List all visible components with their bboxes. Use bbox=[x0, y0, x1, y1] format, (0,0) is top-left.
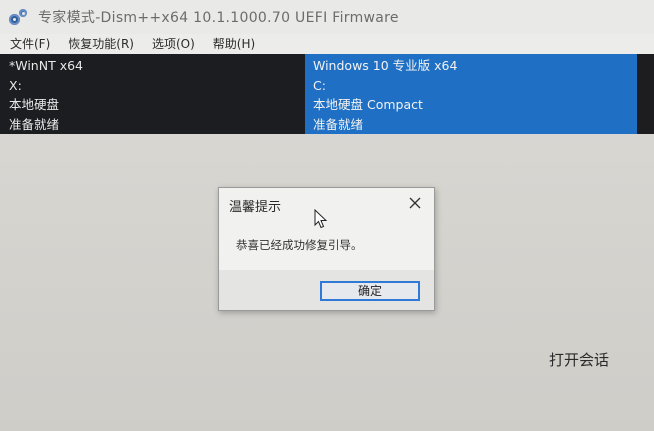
dialog-title: 温馨提示 bbox=[229, 200, 282, 215]
system-item-winnt[interactable]: *WinNT x64 X: 本地硬盘 准备就绪 bbox=[0, 54, 305, 134]
ok-button[interactable]: 确定 bbox=[320, 281, 420, 301]
menu-options[interactable]: 选项(O) bbox=[143, 34, 204, 54]
system-status: 准备就绪 bbox=[9, 116, 60, 132]
menu-bar: 文件(F) 恢复功能(R) 选项(O) 帮助(H) bbox=[0, 34, 654, 54]
system-item-windows10[interactable]: Windows 10 专业版 x64 C: 本地硬盘 Compact 准备就绪 bbox=[305, 54, 654, 134]
system-disk: 本地硬盘 Compact bbox=[313, 97, 423, 112]
menu-file[interactable]: 文件(F) bbox=[0, 34, 59, 54]
menu-recovery[interactable]: 恢复功能(R) bbox=[59, 34, 143, 54]
system-drive: X: bbox=[9, 77, 22, 93]
dialog-footer: 确定 bbox=[219, 270, 434, 310]
system-disk: 本地硬盘 bbox=[9, 97, 60, 112]
close-icon[interactable] bbox=[407, 195, 423, 211]
system-name: *WinNT x64 bbox=[9, 58, 83, 73]
system-drive: C: bbox=[313, 77, 326, 93]
window-title: 专家模式-Dism++x64 10.1.1000.70 UEFI Firmwar… bbox=[38, 10, 399, 26]
system-name: Windows 10 专业版 x64 bbox=[313, 58, 458, 73]
gears-icon bbox=[8, 8, 30, 26]
message-dialog: 温馨提示 恭喜已经成功修复引导。 确定 bbox=[218, 187, 435, 311]
system-status: 准备就绪 bbox=[313, 116, 364, 132]
menu-help[interactable]: 帮助(H) bbox=[204, 34, 264, 54]
app-window: 专家模式-Dism++x64 10.1.1000.70 UEFI Firmwar… bbox=[0, 0, 654, 431]
dialog-message: 恭喜已经成功修复引导。 bbox=[236, 238, 363, 252]
open-session-link[interactable]: 打开会话 bbox=[549, 349, 609, 370]
mouse-cursor-icon bbox=[314, 208, 328, 229]
title-bar: 专家模式-Dism++x64 10.1.1000.70 UEFI Firmwar… bbox=[0, 0, 654, 34]
